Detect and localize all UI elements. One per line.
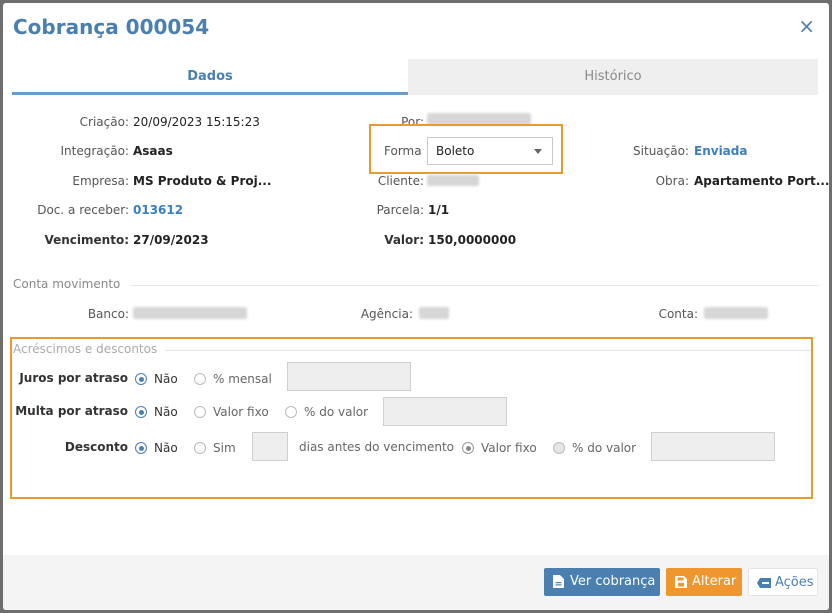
obra-label: Obra: [655, 174, 689, 188]
multa-input[interactable] [383, 397, 507, 426]
juros-mensal-label: % mensal [213, 372, 272, 386]
parcela-value: 1/1 [428, 203, 450, 217]
agencia-value-redacted [419, 307, 449, 319]
desconto-nao-radio[interactable] [135, 442, 147, 454]
banco-value-redacted [133, 307, 247, 319]
multa-fixo-label: Valor fixo [213, 405, 269, 419]
desconto-valor-input[interactable] [651, 432, 775, 461]
criacao-value: 20/09/2023 15:15:23 [133, 115, 260, 129]
tag-icon [757, 578, 771, 588]
multa-nao-label: Não [154, 405, 178, 419]
desconto-pct-radio[interactable] [553, 442, 565, 454]
acrescimos-heading: Acréscimos e descontos [13, 342, 158, 356]
acoes-label: Ações [775, 575, 814, 590]
doc-receber-label: Doc. a receber: [37, 203, 129, 217]
desconto-label: Desconto [64, 440, 128, 454]
integracao-value: Asaas [133, 144, 173, 158]
desconto-nao-label: Não [154, 441, 178, 455]
conta-value-redacted [704, 307, 768, 319]
alterar-button[interactable]: Alterar [666, 568, 742, 596]
juros-input[interactable] [287, 362, 411, 391]
empresa-value: MS Produto & Proj... [133, 174, 272, 188]
ver-cobranca-label: Ver cobrança [570, 574, 656, 589]
empresa-label: Empresa: [72, 174, 129, 188]
juros-mensal-radio[interactable] [194, 373, 206, 385]
section-divider [165, 350, 811, 351]
forma-select[interactable]: Boleto [427, 137, 553, 165]
juros-nao-radio[interactable] [135, 373, 147, 385]
obra-value: Apartamento Port... [694, 174, 829, 188]
multa-nao-radio[interactable] [135, 406, 147, 418]
close-icon[interactable]: × [798, 14, 815, 38]
cliente-label: Cliente: [377, 174, 424, 188]
modal-footer: Ver cobrança Alterar Ações [3, 555, 829, 610]
ver-cobranca-button[interactable]: Ver cobrança [544, 568, 660, 596]
desconto-sim-radio[interactable] [194, 442, 206, 454]
modal-title: Cobrança 000054 [13, 15, 210, 39]
save-icon [675, 576, 687, 588]
desconto-fixo-radio[interactable] [462, 442, 474, 454]
situacao-value: Enviada [694, 144, 748, 158]
multa-pct-label: % do valor [304, 405, 369, 419]
forma-label: Forma [384, 144, 422, 158]
criacao-label: Criação: [79, 115, 129, 129]
file-icon [553, 575, 564, 588]
dias-antes-label: dias antes do vencimento [299, 440, 455, 454]
valor-label: Valor: [384, 233, 424, 247]
conta-movimento-heading: Conta movimento [13, 277, 121, 291]
forma-select-value: Boleto [436, 144, 475, 158]
multa-pct-radio[interactable] [285, 406, 297, 418]
multa-label: Multa por atraso [15, 404, 128, 418]
conta-label: Conta: [658, 307, 698, 321]
desconto-dias-input[interactable] [252, 432, 288, 461]
desconto-pct-label: % do valor [572, 441, 637, 455]
alterar-label: Alterar [692, 574, 737, 589]
agencia-label: Agência: [360, 307, 413, 321]
vencimento-label: Vencimento: [44, 233, 129, 247]
desconto-fixo-label: Valor fixo [481, 441, 537, 455]
chevron-down-icon [534, 149, 542, 154]
tab-dados[interactable]: Dados [12, 59, 408, 95]
parcela-label: Parcela: [376, 203, 424, 217]
juros-nao-label: Não [154, 372, 178, 386]
cobranca-modal: Cobrança 000054 × Dados Histórico Criaçã… [3, 3, 829, 610]
desconto-sim-label: Sim [213, 441, 236, 455]
acoes-button[interactable]: Ações [748, 568, 818, 596]
valor-value: 150,0000000 [428, 233, 517, 247]
situacao-label: Situação: [633, 144, 689, 158]
integracao-label: Integração: [60, 144, 129, 158]
juros-label: Juros por atraso [19, 371, 128, 385]
multa-fixo-radio[interactable] [194, 406, 206, 418]
section-divider [131, 285, 819, 286]
banco-label: Banco: [87, 307, 129, 321]
vencimento-value: 27/09/2023 [133, 233, 209, 247]
tab-bar: Dados Histórico [12, 59, 818, 95]
doc-receber-link[interactable]: 013612 [133, 203, 183, 217]
tab-historico[interactable]: Histórico [408, 59, 818, 95]
cliente-value-redacted [427, 175, 479, 186]
